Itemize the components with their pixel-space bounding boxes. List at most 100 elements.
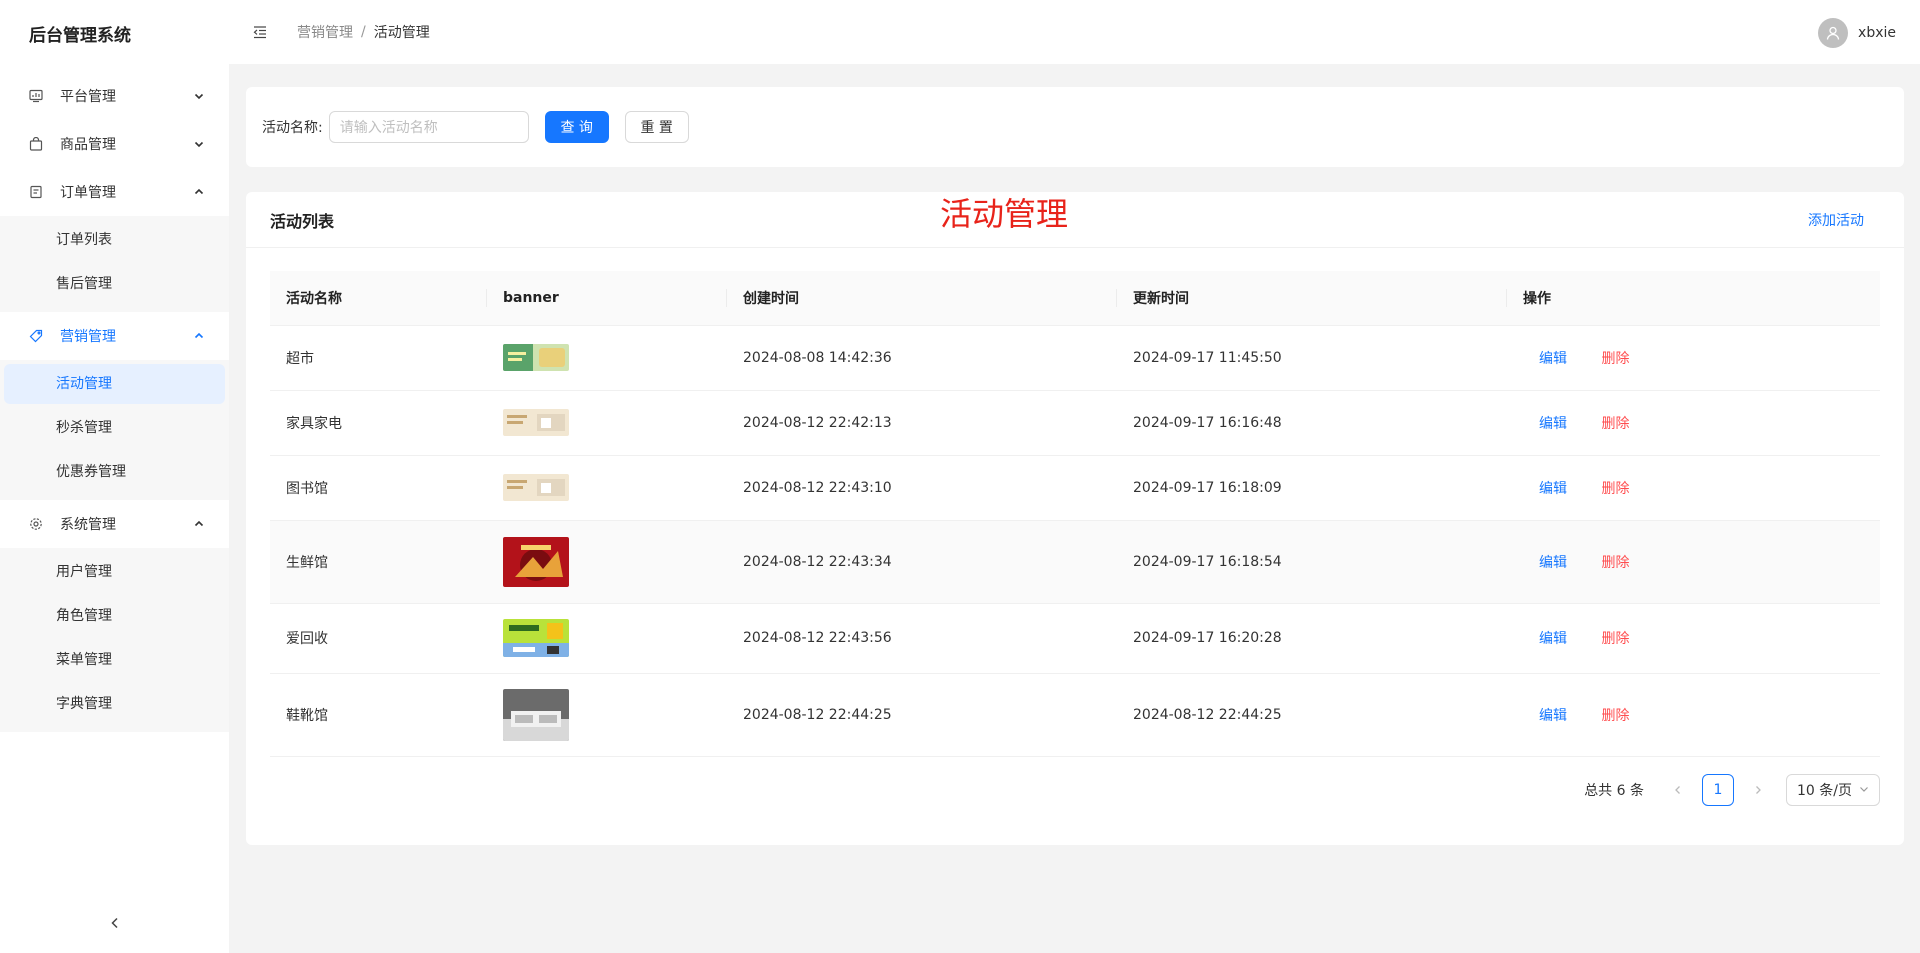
page-size-select[interactable]: 10 条/页 [1786,774,1880,806]
banner-cell [487,325,727,391]
edit-button[interactable]: 编辑 [1539,631,1567,647]
edit-button[interactable]: 编辑 [1539,351,1567,367]
created-time: 2024-08-12 22:43:56 [727,603,1117,674]
delete-button[interactable]: 删除 [1601,416,1629,432]
column-header: 创建时间 [727,271,1117,326]
edit-button[interactable]: 编辑 [1539,708,1567,724]
actions-cell: 编辑 删除 [1507,325,1880,391]
user-menu[interactable]: xbxie [1818,18,1896,48]
top-header: 营销管理 / 活动管理 xbxie [229,0,1920,64]
sidebar-item-flash-sale[interactable]: 秒杀管理 [4,408,225,448]
search-form: 活动名称: 查 询 重 置 [246,87,1904,167]
actions-cell: 编辑 删除 [1507,520,1880,604]
banner-cell [487,673,727,757]
sidebar-item-coupon[interactable]: 优惠券管理 [4,452,225,492]
edit-button[interactable]: 编辑 [1539,481,1567,497]
created-time: 2024-08-12 22:43:34 [727,520,1117,604]
sidebar-item-activity[interactable]: 活动管理 [4,364,225,404]
banner-image [503,409,569,436]
breadcrumb-separator: / [361,24,366,40]
updated-time: 2024-09-17 16:18:54 [1117,520,1507,604]
banner-image [503,619,569,657]
actions-cell: 编辑 删除 [1507,455,1880,521]
breadcrumb-item-marketing[interactable]: 营销管理 [297,22,353,42]
chevron-left-icon [109,917,121,933]
table-row: 生鲜馆 2024-08-12 22:43:34 2024-09-17 16:18… [270,520,1880,604]
page-size-value: 10 条/页 [1797,783,1852,799]
menu-group-platform[interactable]: 平台管理 [0,72,229,120]
activity-list-card: 活动列表 活动管理 添加活动 活动名称 banner 创建时间 更新时间 操作 … [246,192,1904,845]
page-number[interactable]: 1 [1702,774,1734,806]
banner-cell [487,520,727,604]
delete-button[interactable]: 删除 [1601,555,1629,571]
updated-time: 2024-09-17 16:16:48 [1117,390,1507,456]
actions-cell: 编辑 删除 [1507,673,1880,757]
chevron-left-icon [1675,786,1680,794]
sidebar-item-after-sales[interactable]: 售后管理 [4,264,225,304]
chevron-up-icon [193,518,205,530]
sidebar-item-order-list[interactable]: 订单列表 [4,220,225,260]
banner-cell [487,603,727,674]
banner-cell [487,455,727,521]
menu-group-label: 平台管理 [60,89,116,105]
shopping-bag-icon [28,136,44,152]
delete-button[interactable]: 删除 [1601,631,1629,647]
updated-time: 2024-09-17 16:18:09 [1117,455,1507,521]
table-row: 爱回收 2024-08-12 22:43:56 2024-09-17 16:20… [270,603,1880,674]
sidebar-item-dictionary[interactable]: 字典管理 [4,684,225,724]
query-button[interactable]: 查 询 [544,111,609,143]
breadcrumb-item-activity: 活动管理 [373,25,430,41]
submenu-marketing: 活动管理 秒杀管理 优惠券管理 [0,360,229,500]
delete-button[interactable]: 删除 [1601,708,1629,724]
sidebar-item-menus[interactable]: 菜单管理 [4,640,225,680]
table-header-row: 活动名称 banner 创建时间 更新时间 操作 [270,271,1880,326]
username: xbxie [1858,25,1896,41]
banner-cell [487,390,727,456]
gear-icon [28,516,44,532]
menu-fold-icon[interactable] [253,24,269,40]
created-time: 2024-08-12 22:42:13 [727,390,1117,456]
updated-time: 2024-09-17 16:20:28 [1117,603,1507,674]
table-row: 鞋靴馆 2024-08-12 22:44:25 2024-08-12 22:44… [270,673,1880,757]
table-row: 超市 2024-08-08 14:42:36 2024-09-17 11:45:… [270,325,1880,391]
sidebar-item-users[interactable]: 用户管理 [4,552,225,592]
sidebar-item-roles[interactable]: 角色管理 [4,596,225,636]
sidebar-collapse-button[interactable] [0,907,229,943]
edit-button[interactable]: 编辑 [1539,416,1567,432]
tag-icon [28,328,44,344]
menu-group-goods[interactable]: 商品管理 [0,120,229,168]
column-header: 更新时间 [1117,271,1507,326]
pagination-total: 总共 6 条 [1584,783,1644,799]
chevron-down-icon [193,90,205,102]
menu-group-marketing[interactable]: 营销管理 [0,312,229,360]
chevron-up-icon [193,330,205,342]
updated-time: 2024-09-17 11:45:50 [1117,325,1507,391]
avatar [1818,18,1849,48]
menu-group-orders[interactable]: 订单管理 [0,168,229,216]
updated-time: 2024-08-12 22:44:25 [1117,673,1507,757]
activity-name: 家具家电 [270,390,487,456]
edit-button[interactable]: 编辑 [1539,555,1567,571]
delete-button[interactable]: 删除 [1601,481,1629,497]
next-page-button[interactable] [1742,774,1774,806]
menu-group-system[interactable]: 系统管理 [0,500,229,548]
created-time: 2024-08-12 22:44:25 [727,673,1117,757]
delete-button[interactable]: 删除 [1601,351,1629,367]
submenu-system: 用户管理 角色管理 菜单管理 字典管理 [0,548,229,732]
app-title: 后台管理系统 [29,26,131,46]
pagination: 总共 6 条 1 10 条/页 [1584,774,1880,806]
actions-cell: 编辑 删除 [1507,390,1880,456]
chevron-down-icon [193,138,205,150]
created-time: 2024-08-08 14:42:36 [727,325,1117,391]
reset-button[interactable]: 重 置 [624,111,689,143]
prev-page-button[interactable] [1662,774,1694,806]
activity-name-input[interactable] [328,111,529,143]
banner-image [503,688,569,741]
menu-group-label: 订单管理 [60,185,116,201]
table-row: 家具家电 2024-08-12 22:42:13 2024-09-17 16:1… [270,390,1880,456]
add-activity-button[interactable]: 添加活动 [1808,210,1864,230]
column-header: banner [487,271,727,326]
activity-table: 活动名称 banner 创建时间 更新时间 操作 超市 2024-08-08 1… [270,271,1880,757]
created-time: 2024-08-12 22:43:10 [727,455,1117,521]
column-header: 活动名称 [270,271,487,326]
